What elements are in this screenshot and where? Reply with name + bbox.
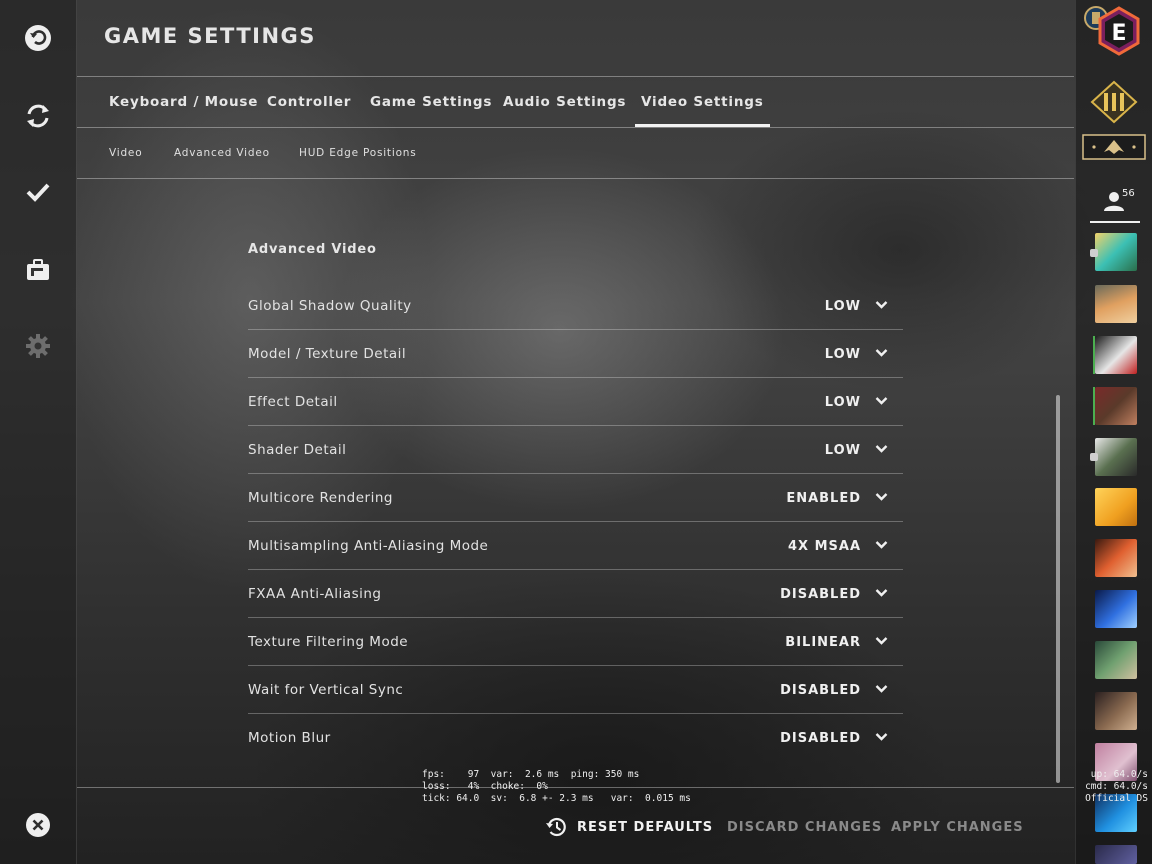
subtab-hud-edge-positions[interactable]: HUD Edge Positions (299, 128, 417, 178)
history-icon (546, 817, 566, 837)
subtab-video[interactable]: Video (109, 128, 142, 178)
setting-row-effect-detail[interactable]: Effect Detail LOW (248, 378, 903, 426)
page-title: GAME SETTINGS (104, 24, 316, 48)
back-icon[interactable] (24, 24, 52, 52)
setting-row-vsync[interactable]: Wait for Vertical Sync DISABLED (248, 666, 903, 714)
right-social-rail: E 56 (1075, 0, 1152, 864)
setting-value: DISABLED (780, 731, 861, 746)
friend-avatar[interactable] (1095, 233, 1137, 271)
status-indicator (1090, 249, 1098, 257)
setting-row-texture-filtering[interactable]: Texture Filtering Mode BILINEAR (248, 618, 903, 666)
setting-row-shader-detail[interactable]: Shader Detail LOW (248, 426, 903, 474)
setting-label: Multicore Rendering (248, 490, 393, 506)
settings-list: Global Shadow Quality LOW Model / Textur… (248, 282, 903, 761)
subtab-advanced-video[interactable]: Advanced Video (174, 128, 270, 178)
status-indicator (1090, 453, 1098, 461)
setting-value: DISABLED (780, 587, 861, 602)
friend-avatar[interactable] (1095, 539, 1137, 577)
friend-avatar[interactable] (1095, 845, 1137, 864)
setting-row-fxaa[interactable]: FXAA Anti-Aliasing DISABLED (248, 570, 903, 618)
rank-letter: E (1111, 21, 1126, 46)
setting-value: DISABLED (780, 683, 861, 698)
setting-row-global-shadow-quality[interactable]: Global Shadow Quality LOW (248, 282, 903, 330)
tab-audio-settings[interactable]: Audio Settings (503, 77, 626, 127)
setting-row-multicore-rendering[interactable]: Multicore Rendering ENABLED (248, 474, 903, 522)
chevron-down-icon (875, 301, 888, 309)
friends-count: 56 (1122, 188, 1135, 199)
skill-group-badge-icon[interactable] (1082, 134, 1146, 160)
setting-label: FXAA Anti-Aliasing (248, 586, 382, 602)
discard-changes-button[interactable]: DISCARD CHANGES (727, 815, 882, 841)
net-graph-right: up: 64.0/s cmd: 64.0/s Official DS (1078, 769, 1148, 805)
net-graph-line: cmd: 64.0/s (1085, 781, 1148, 792)
chevron-down-icon (875, 685, 888, 693)
main-tabs: Keyboard / Mouse Controller Game Setting… (77, 77, 1074, 127)
friend-avatar[interactable] (1095, 488, 1137, 526)
chevron-down-icon (875, 349, 888, 357)
setting-row-msaa-mode[interactable]: Multisampling Anti-Aliasing Mode 4X MSAA (248, 522, 903, 570)
chevron-down-icon (875, 541, 888, 549)
reset-defaults-button[interactable]: RESET DEFAULTS (577, 815, 713, 841)
net-graph-line: fps: 97 var: 2.6 ms ping: 350 ms (422, 769, 640, 780)
setting-value: ENABLED (786, 491, 861, 506)
friend-avatar[interactable] (1095, 641, 1137, 679)
sub-tabs: Video Advanced Video HUD Edge Positions (77, 128, 1074, 178)
setting-value: LOW (824, 395, 861, 410)
left-nav-rail (0, 0, 77, 864)
setting-value: LOW (824, 299, 861, 314)
setting-value: LOW (824, 347, 861, 362)
setting-value: BILINEAR (785, 635, 861, 650)
friend-avatar[interactable] (1095, 285, 1137, 323)
friend-avatar[interactable] (1095, 438, 1137, 476)
tab-controller[interactable]: Controller (267, 77, 351, 127)
setting-value: 4X MSAA (787, 539, 861, 554)
setting-row-model-texture-detail[interactable]: Model / Texture Detail LOW (248, 330, 903, 378)
friends-tab-underline (1090, 221, 1140, 223)
divider (77, 178, 1074, 179)
chevron-down-icon (875, 397, 888, 405)
setting-label: Texture Filtering Mode (248, 634, 409, 650)
divider (77, 787, 1074, 788)
setting-row-motion-blur[interactable]: Motion Blur DISABLED (248, 714, 903, 761)
checkmark-icon[interactable] (24, 178, 52, 206)
net-graph-line: tick: 64.0 sv: 6.8 +- 2.3 ms var: 0.015 … (422, 793, 691, 804)
net-graph-line: Official DS (1085, 793, 1148, 804)
tab-keyboard-mouse[interactable]: Keyboard / Mouse (109, 77, 258, 127)
setting-label: Multisampling Anti-Aliasing Mode (248, 538, 489, 554)
friend-avatar[interactable] (1095, 387, 1137, 425)
friend-avatar[interactable] (1095, 336, 1137, 374)
friend-avatar[interactable] (1095, 590, 1137, 628)
chevron-down-icon (875, 637, 888, 645)
friend-avatar[interactable] (1095, 692, 1137, 730)
sync-icon[interactable] (24, 102, 52, 130)
setting-label: Shader Detail (248, 442, 347, 458)
tab-video-settings[interactable]: Video Settings (635, 77, 770, 127)
setting-label: Effect Detail (248, 394, 338, 410)
setting-label: Model / Texture Detail (248, 346, 407, 362)
scrollbar[interactable] (1056, 395, 1060, 783)
profile-rank-emblem[interactable]: E (1082, 4, 1148, 62)
close-icon[interactable] (24, 811, 52, 839)
setting-label: Motion Blur (248, 730, 331, 746)
chevron-down-icon (875, 733, 888, 741)
setting-value: LOW (824, 443, 861, 458)
chevron-down-icon (875, 493, 888, 501)
section-title: Advanced Video (248, 242, 377, 257)
gear-icon[interactable] (24, 332, 52, 360)
setting-label: Wait for Vertical Sync (248, 682, 404, 698)
chevron-down-icon (875, 589, 888, 597)
service-medal-icon[interactable] (1089, 80, 1139, 124)
chevron-down-icon (875, 445, 888, 453)
tab-game-settings[interactable]: Game Settings (370, 77, 492, 127)
apply-changes-button[interactable]: APPLY CHANGES (891, 815, 1024, 841)
setting-label: Global Shadow Quality (248, 298, 412, 314)
inventory-icon[interactable] (24, 256, 52, 284)
net-graph-line: up: 64.0/s (1090, 769, 1148, 780)
